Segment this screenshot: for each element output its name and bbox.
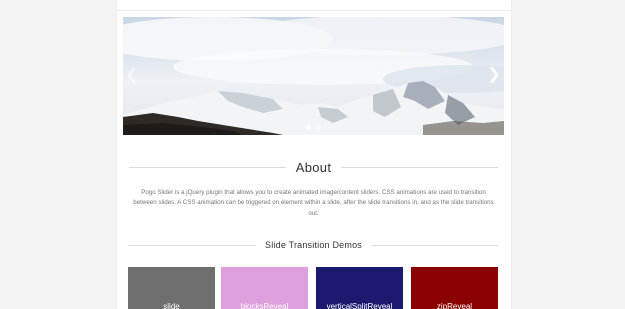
slider-dot-1[interactable] [306, 125, 311, 130]
slider-prev-arrow-icon[interactable]: ❮ [125, 67, 139, 83]
heading-divider-right [341, 166, 499, 168]
page-container: ❮ ❯ About Pogo Slider is a jQuery plugin… [116, 0, 512, 309]
heading-divider-left [129, 244, 256, 246]
heading-divider-left [129, 166, 286, 168]
demo-tile-slide[interactable]: slide [128, 267, 215, 309]
slider-next-arrow-icon[interactable]: ❯ [487, 67, 501, 83]
demo-tile-blocksreveal[interactable]: blocksReveal [221, 267, 308, 309]
heading-divider-right [371, 244, 499, 246]
header-bar [117, 0, 511, 11]
mountain-image [123, 17, 504, 135]
slider-pagination [123, 125, 504, 130]
about-description: Pogo Slider is a jQuery plugin that allo… [133, 189, 494, 217]
image-slider[interactable]: ❮ ❯ [123, 17, 504, 135]
demo-tile-zipreveal[interactable]: zipReveal [411, 267, 498, 309]
slider-dot-2[interactable] [316, 125, 321, 130]
demo-tile-label: blocksReveal [240, 302, 289, 309]
demo-tile-verticalsplitreveal[interactable]: verticalSplitReveal [316, 267, 403, 309]
demo-tile-label: verticalSplitReveal [326, 302, 393, 309]
demos-heading: Slide Transition Demos [129, 237, 499, 253]
demo-tile-label: zipReveal [436, 302, 473, 309]
about-heading: About [129, 157, 499, 177]
demos-title: Slide Transition Demos [265, 240, 362, 250]
about-title: About [295, 159, 332, 175]
demo-tile-label: slide [163, 302, 180, 309]
demo-tiles: slide blocksReveal verticalSplitReveal z… [128, 267, 499, 309]
